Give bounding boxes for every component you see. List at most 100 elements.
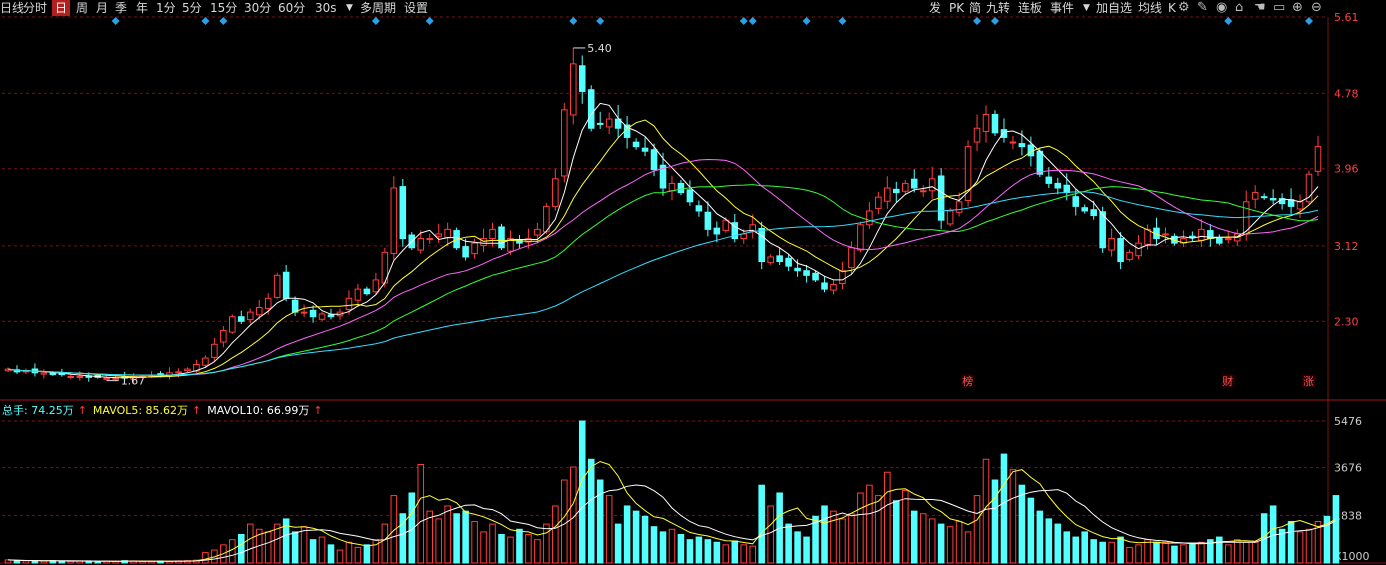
volume-bar [686, 539, 694, 564]
candle-body [1018, 143, 1026, 148]
volume-bar [785, 523, 792, 564]
candle-body [435, 233, 442, 237]
volume-bar [1117, 536, 1124, 564]
candle-body [578, 65, 586, 92]
candle-body [875, 196, 882, 209]
volume-bar [821, 505, 828, 564]
volume-bar [516, 528, 523, 564]
candle-body [596, 122, 604, 125]
volume-bar [1189, 543, 1196, 564]
candle-body [103, 377, 110, 380]
event-marker-icon [739, 17, 748, 25]
candle-body [309, 309, 317, 318]
volume-tick-label: 3676 [1334, 462, 1362, 475]
candle-body [561, 109, 568, 177]
volume-bar [955, 521, 963, 564]
volume-bar [749, 545, 757, 564]
event-marker-icon [219, 17, 228, 25]
candle-body [211, 343, 218, 358]
volume-bar [1224, 544, 1232, 564]
volume-bar [229, 539, 236, 564]
volume-bar [848, 513, 855, 564]
volume-bar [794, 531, 801, 564]
volume-bar [803, 536, 810, 564]
volume-bar [264, 531, 272, 564]
volume-bar [1305, 528, 1313, 564]
volume-bar [1108, 541, 1115, 564]
volume-bar [1126, 546, 1133, 564]
candle-body [919, 190, 927, 193]
candle-body [1009, 141, 1017, 144]
volume-bar [40, 560, 48, 564]
volume-bar [991, 479, 999, 564]
event-marker-icon [425, 17, 434, 25]
volume-legend-item: MAVOL5: 85.62万 [92, 404, 189, 417]
volume-bar [1287, 521, 1295, 564]
volume-bar [507, 536, 514, 564]
volume-bar [695, 536, 703, 564]
candle-body [884, 187, 891, 202]
volume-bar [731, 540, 739, 564]
volume-bar [58, 560, 66, 564]
up-arrow-icon: ↑ [313, 404, 323, 417]
candle-body [157, 373, 164, 376]
candle-body [1296, 201, 1304, 210]
event-marker-icon [748, 17, 757, 25]
candle-body [1072, 196, 1080, 207]
candle-body [758, 227, 765, 263]
event-marker-icon [838, 17, 847, 25]
candle-body [498, 226, 505, 249]
volume-bar [543, 523, 550, 564]
candle-body [1000, 129, 1008, 138]
price-tick-label: 2.30 [1334, 315, 1359, 328]
volume-bar [704, 539, 712, 564]
volume-bar [246, 523, 254, 564]
candle-body [1081, 207, 1088, 212]
candle-body [264, 297, 272, 309]
volume-bar [336, 549, 344, 564]
volume-bar [291, 531, 299, 564]
candle-body [1269, 198, 1277, 201]
volume-bar [31, 560, 39, 564]
candle-body [569, 63, 577, 116]
candle-body [444, 228, 451, 239]
candle-body [713, 227, 721, 235]
candle-body [255, 307, 263, 316]
candle-body [1144, 228, 1151, 245]
candle-body [1063, 184, 1071, 194]
volume-bar [605, 495, 613, 564]
event-marker-icon [802, 17, 811, 25]
candle-body [740, 233, 748, 240]
event-tag-label: 榜 [962, 374, 973, 388]
price-tick-label: 4.78 [1334, 87, 1359, 100]
event-marker-icon [111, 17, 120, 25]
candle-body [282, 271, 290, 299]
candle-body [363, 288, 371, 295]
volume-bar [471, 521, 478, 564]
volume-bar [596, 479, 604, 564]
volume-bar [578, 420, 586, 564]
candle-body [372, 279, 380, 293]
volume-bar [839, 518, 846, 564]
candle-body [462, 246, 469, 258]
candle-body [794, 267, 801, 272]
candle-body [722, 219, 730, 231]
volume-bar [1036, 510, 1044, 564]
candle-body [776, 255, 783, 263]
volume-bar [1099, 541, 1106, 564]
event-marker-icon [201, 17, 210, 25]
volume-bar [1009, 469, 1017, 564]
volume-bar [1027, 497, 1035, 564]
volume-bar [363, 544, 371, 564]
volume-bar [462, 510, 469, 564]
candle-body [273, 274, 281, 298]
volume-bar [345, 541, 353, 564]
volume-bar [561, 479, 568, 564]
volume-bar [857, 492, 864, 564]
volume-bar [1135, 544, 1142, 564]
candle-body [605, 118, 613, 128]
volume-unit-label: X1000 [1334, 550, 1370, 563]
candle-body [67, 375, 75, 378]
candle-body [946, 210, 954, 225]
volume-bar [928, 518, 936, 564]
